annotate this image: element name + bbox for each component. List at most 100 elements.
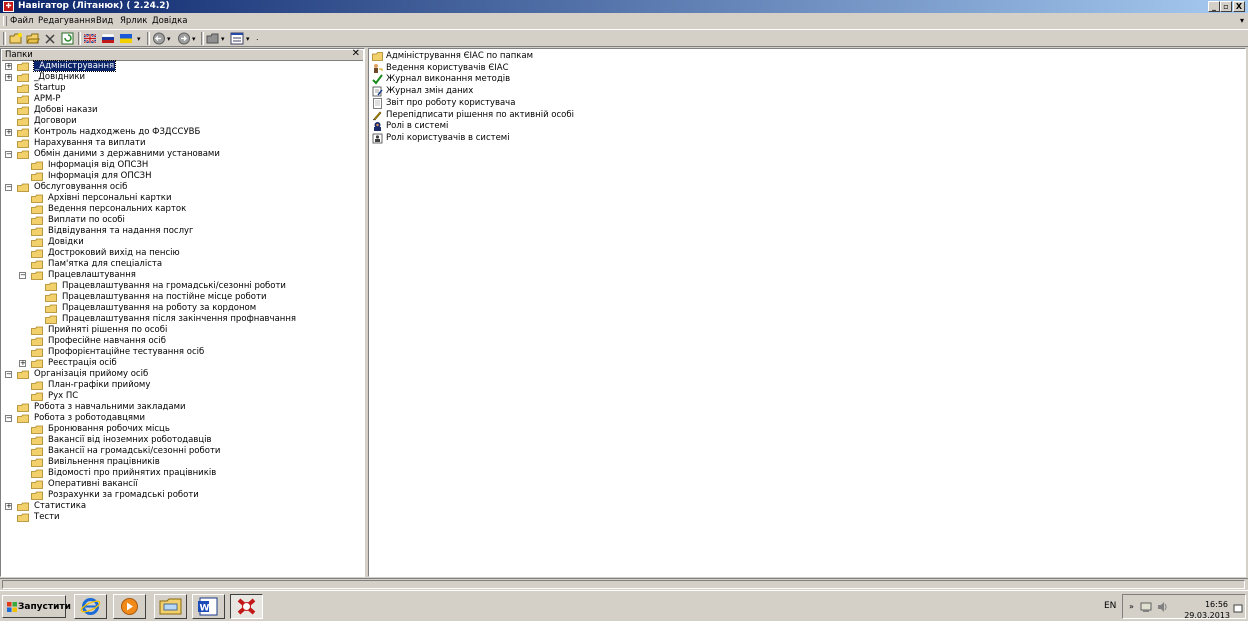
list-item-label: Ролі в системі xyxy=(386,121,449,132)
list-item-label: Журнал виконання методів xyxy=(386,74,511,85)
toolbar-separator xyxy=(78,32,81,45)
start-button[interactable]: Запустити xyxy=(2,595,71,618)
toolbar: ▾ ▾ ▾ ▾ ▾ . xyxy=(0,29,1248,47)
list-item-label: Ведення користувачів ЄІАС xyxy=(386,62,509,73)
russian-flag-icon[interactable] xyxy=(101,32,115,45)
tree-item-label: Вакансії на громадські/сезонні роботи xyxy=(48,446,221,456)
folders-pane: Папки ✕ + _Адміністрування + _Довідники Star… xyxy=(0,48,365,577)
chevron-down-icon[interactable]: ▾ xyxy=(246,35,250,48)
tree-item-label: Рух ПС xyxy=(48,391,79,401)
tree-item-label: Працевлаштування xyxy=(48,270,136,280)
folder-icon xyxy=(45,315,57,324)
taskbar-explorer[interactable] xyxy=(154,594,187,619)
tray-app-icon[interactable] xyxy=(1233,603,1243,613)
folder-icon xyxy=(17,84,29,93)
chevron-down-icon[interactable]: ▾ xyxy=(137,35,141,48)
tree-item-label: Добові накази xyxy=(34,105,98,115)
list-item-label: Звіт про роботу користувача xyxy=(386,97,516,108)
tree-item-label: Бронювання робочих місць xyxy=(48,424,170,434)
close-icon[interactable]: ✕ xyxy=(352,48,360,59)
tree-item-label: Розрахунки за громадські роботи xyxy=(48,490,199,500)
collapse-icon[interactable]: − xyxy=(5,151,12,158)
tree-item-label: Виплати по особі xyxy=(48,215,125,225)
folder-icon xyxy=(17,128,29,137)
tree-item-label: Пам'ятка для спеціаліста xyxy=(48,259,163,269)
folder-icon xyxy=(17,106,29,115)
folder-icon xyxy=(17,370,29,379)
minimize-button[interactable]: _ xyxy=(1208,1,1220,12)
tree-item-label: Професійне навчання осіб xyxy=(48,336,166,346)
chevron-down-icon[interactable]: ▾ xyxy=(167,35,171,48)
refresh-icon[interactable] xyxy=(61,32,74,45)
chevron-up-icon[interactable]: » xyxy=(1129,602,1134,611)
folder-up-icon[interactable] xyxy=(206,32,220,45)
tree-item-label: Нарахування та виплати xyxy=(34,138,146,148)
language-indicator[interactable]: EN xyxy=(1104,601,1116,611)
collapse-icon[interactable]: − xyxy=(5,184,12,191)
tree-item-label: Обслуговування осіб xyxy=(34,182,128,192)
expand-icon[interactable]: + xyxy=(5,129,12,136)
title-bar: ✚ Навігатор (Літанюк) ( 2.24.2) _ ▫ X xyxy=(0,0,1248,13)
chevron-down-icon[interactable]: ▾ xyxy=(192,35,196,48)
english-flag-icon[interactable] xyxy=(83,32,97,45)
app-icon[interactable]: ✚ xyxy=(3,1,14,12)
menu-bar: Файл Редагування Вид Ярлик Довідка ▾ xyxy=(0,14,1248,28)
toolbar-separator xyxy=(201,32,204,45)
expand-icon[interactable]: + xyxy=(19,360,26,367)
folder-icon xyxy=(45,304,57,313)
ukrainian-flag-icon[interactable] xyxy=(119,32,133,45)
tree-item-label: Прийняті рішення по особі xyxy=(48,325,168,335)
folder-icon xyxy=(31,216,43,225)
taskbar-internet-explorer[interactable] xyxy=(74,594,107,619)
windows-logo-icon xyxy=(7,602,17,612)
window-title: Навігатор (Літанюк) ( 2.24.2) xyxy=(18,1,170,11)
menu-file[interactable]: Файл xyxy=(10,16,33,26)
toolbar-overflow-icon[interactable]: . xyxy=(256,33,259,46)
volume-icon[interactable] xyxy=(1156,601,1168,613)
expand-icon[interactable]: + xyxy=(5,503,12,510)
taskbar-word[interactable]: W xyxy=(192,594,225,619)
collapse-icon[interactable]: − xyxy=(5,371,12,378)
taskbar-navigator[interactable] xyxy=(230,594,263,619)
expand-icon[interactable]: + xyxy=(5,74,12,81)
resign-icon xyxy=(372,111,382,120)
folder-icon xyxy=(31,447,43,456)
folder-icon xyxy=(31,260,43,269)
back-icon[interactable] xyxy=(152,32,166,45)
clock-time[interactable]: 16:56 xyxy=(1205,600,1228,609)
collapse-icon[interactable]: − xyxy=(5,415,12,422)
folder-icon xyxy=(31,205,43,214)
expand-icon[interactable]: + xyxy=(5,63,12,70)
folder-icon xyxy=(31,326,43,335)
folder-icon xyxy=(31,359,43,368)
folder-icon xyxy=(17,502,29,511)
new-folder-icon[interactable] xyxy=(9,32,23,45)
menu-view[interactable]: Вид xyxy=(96,16,113,26)
menu-shortcut[interactable]: Ярлик xyxy=(120,16,147,26)
chevron-down-icon[interactable]: ▾ xyxy=(1240,16,1244,25)
user-roles-icon xyxy=(372,133,383,144)
menu-edit[interactable]: Редагування xyxy=(38,16,95,26)
clock-date[interactable]: 29.03.2013 xyxy=(1184,611,1230,620)
maximize-button[interactable]: ▫ xyxy=(1220,1,1232,12)
tree-item-label: Обмін даними з державними установами xyxy=(34,149,220,159)
tree-item-label: АРМ-Р xyxy=(34,94,61,104)
forward-icon[interactable] xyxy=(177,32,191,45)
tree-item-label: Startup xyxy=(34,83,66,93)
chevron-down-icon[interactable]: ▾ xyxy=(221,35,225,48)
close-button[interactable]: X xyxy=(1233,1,1245,12)
collapse-icon[interactable]: − xyxy=(19,272,26,279)
delete-icon[interactable] xyxy=(44,32,56,45)
tree-item-label: Договори xyxy=(34,116,77,126)
folder-icon xyxy=(17,139,29,148)
taskbar-media-player[interactable] xyxy=(113,594,146,619)
view-list-icon[interactable] xyxy=(230,32,244,45)
checkmark-icon xyxy=(372,74,383,85)
menu-help[interactable]: Довідка xyxy=(152,16,187,26)
open-folder-icon[interactable] xyxy=(26,32,40,45)
folder-icon xyxy=(31,425,43,434)
folder-icon xyxy=(31,271,43,280)
network-icon[interactable] xyxy=(1140,601,1152,613)
list-item-label: Перепідписати рішення по активній особі xyxy=(386,109,574,120)
tree-item-label: Статистика xyxy=(34,501,87,511)
